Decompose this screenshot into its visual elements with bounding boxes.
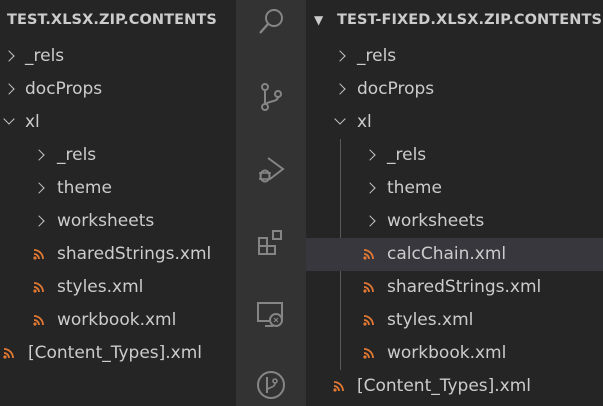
- tree-folder-rels[interactable]: _rels: [306, 40, 603, 73]
- tree-file-calcchain[interactable]: calcChain.xml: [306, 238, 603, 271]
- tree-item-label: _rels: [387, 145, 427, 165]
- xml-file-icon: [33, 249, 44, 260]
- chevron-down-icon: ▼: [314, 13, 324, 27]
- chevron-right-icon: [33, 182, 45, 194]
- tree-item-label: docProps: [25, 79, 103, 99]
- tree-file-sharedstrings[interactable]: sharedStrings.xml: [306, 271, 603, 304]
- tree-folder-worksheets[interactable]: worksheets: [306, 205, 603, 238]
- chevron-right-icon: [364, 182, 376, 194]
- xml-file-icon: [333, 381, 344, 392]
- chevron-down-icon: [334, 113, 346, 125]
- git-graph-icon[interactable]: [256, 370, 286, 400]
- chevron-right-icon: [3, 83, 15, 95]
- chevron-right-icon: [33, 149, 45, 161]
- tree-item-label: theme: [387, 178, 442, 198]
- tree-file-styles[interactable]: styles.xml: [0, 271, 236, 304]
- chevron-right-icon: [364, 149, 376, 161]
- tree-folder-xl[interactable]: xl: [306, 106, 603, 139]
- activity-bar: [236, 0, 306, 406]
- search-icon[interactable]: [256, 7, 286, 37]
- extensions-icon[interactable]: [256, 228, 286, 258]
- tree-item-label: calcChain.xml: [387, 244, 507, 264]
- tree-folder-xl-rels[interactable]: _rels: [0, 139, 236, 172]
- left-explorer-panel: TEST.XLSX.ZIP.CONTENTS _rels docProps xl…: [0, 0, 236, 406]
- tree-item-label: _rels: [25, 46, 65, 66]
- chevron-right-icon: [3, 50, 15, 62]
- tree-item-label: sharedStrings.xml: [57, 244, 212, 264]
- tree-folder-docprops[interactable]: docProps: [306, 73, 603, 106]
- remote-explorer-icon[interactable]: [256, 300, 286, 330]
- xml-file-icon: [363, 348, 374, 359]
- tree-item-label: docProps: [357, 79, 435, 99]
- tree-item-label: styles.xml: [57, 277, 144, 297]
- source-control-icon[interactable]: [256, 82, 286, 112]
- tree-item-label: sharedStrings.xml: [387, 277, 542, 297]
- tree-file-workbook[interactable]: workbook.xml: [306, 337, 603, 370]
- tree-item-label: _rels: [357, 46, 397, 66]
- right-explorer-header[interactable]: ▼ TEST-FIXED.XLSX.ZIP.CONTENTS: [306, 0, 603, 40]
- tree-item-label: [Content_Types].xml: [28, 343, 203, 363]
- right-explorer-title: TEST-FIXED.XLSX.ZIP.CONTENTS: [337, 12, 603, 28]
- xml-file-icon: [33, 282, 44, 293]
- tree-folder-theme[interactable]: theme: [0, 172, 236, 205]
- chevron-right-icon: [364, 215, 376, 227]
- chevron-right-icon: [33, 215, 45, 227]
- chevron-right-icon: [334, 50, 346, 62]
- tree-item-label: workbook.xml: [57, 310, 177, 330]
- right-explorer-panel: ▼ TEST-FIXED.XLSX.ZIP.CONTENTS _rels doc…: [306, 0, 603, 406]
- tree-item-label: xl: [357, 112, 372, 132]
- xml-file-icon: [363, 315, 374, 326]
- chevron-down-icon: [3, 113, 15, 125]
- xml-file-icon: [363, 282, 374, 293]
- chevron-right-icon: [334, 83, 346, 95]
- left-explorer-title[interactable]: TEST.XLSX.ZIP.CONTENTS: [0, 0, 236, 40]
- tree-file-workbook[interactable]: workbook.xml: [0, 304, 236, 337]
- tree-folder-xl[interactable]: xl: [0, 106, 236, 139]
- run-debug-icon[interactable]: [256, 155, 286, 185]
- tree-item-label: styles.xml: [387, 310, 474, 330]
- tree-folder-worksheets[interactable]: worksheets: [0, 205, 236, 238]
- tree-file-sharedstrings[interactable]: sharedStrings.xml: [0, 238, 236, 271]
- tree-item-label: worksheets: [57, 211, 155, 231]
- tree-item-label: _rels: [57, 145, 97, 165]
- tree-item-label: theme: [57, 178, 112, 198]
- xml-file-icon: [33, 315, 44, 326]
- tree-item-label: worksheets: [387, 211, 485, 231]
- xml-file-icon: [363, 249, 374, 260]
- tree-folder-rels[interactable]: _rels: [0, 40, 236, 73]
- tree-folder-theme[interactable]: theme: [306, 172, 603, 205]
- tree-folder-docprops[interactable]: docProps: [0, 73, 236, 106]
- tree-file-styles[interactable]: styles.xml: [306, 304, 603, 337]
- tree-item-label: xl: [25, 112, 40, 132]
- tree-folder-xl-rels[interactable]: _rels: [306, 139, 603, 172]
- tree-item-label: [Content_Types].xml: [357, 376, 532, 396]
- tree-file-content-types[interactable]: [Content_Types].xml: [306, 370, 603, 403]
- xml-file-icon: [3, 348, 14, 359]
- tree-file-content-types[interactable]: [Content_Types].xml: [0, 337, 236, 370]
- tree-item-label: workbook.xml: [387, 343, 507, 363]
